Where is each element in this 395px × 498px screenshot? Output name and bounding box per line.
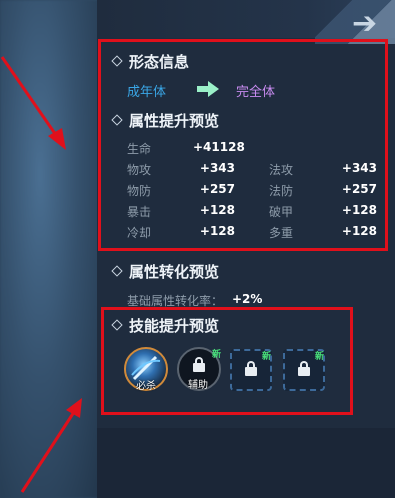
annotation-arrow-top: [0, 56, 60, 139]
annotation-arrows: [0, 56, 82, 493]
annotation-arrow-bottom: [20, 411, 76, 493]
annotation-arrowhead-top: [48, 128, 66, 150]
annotation-arrowhead-bottom: [66, 398, 82, 418]
